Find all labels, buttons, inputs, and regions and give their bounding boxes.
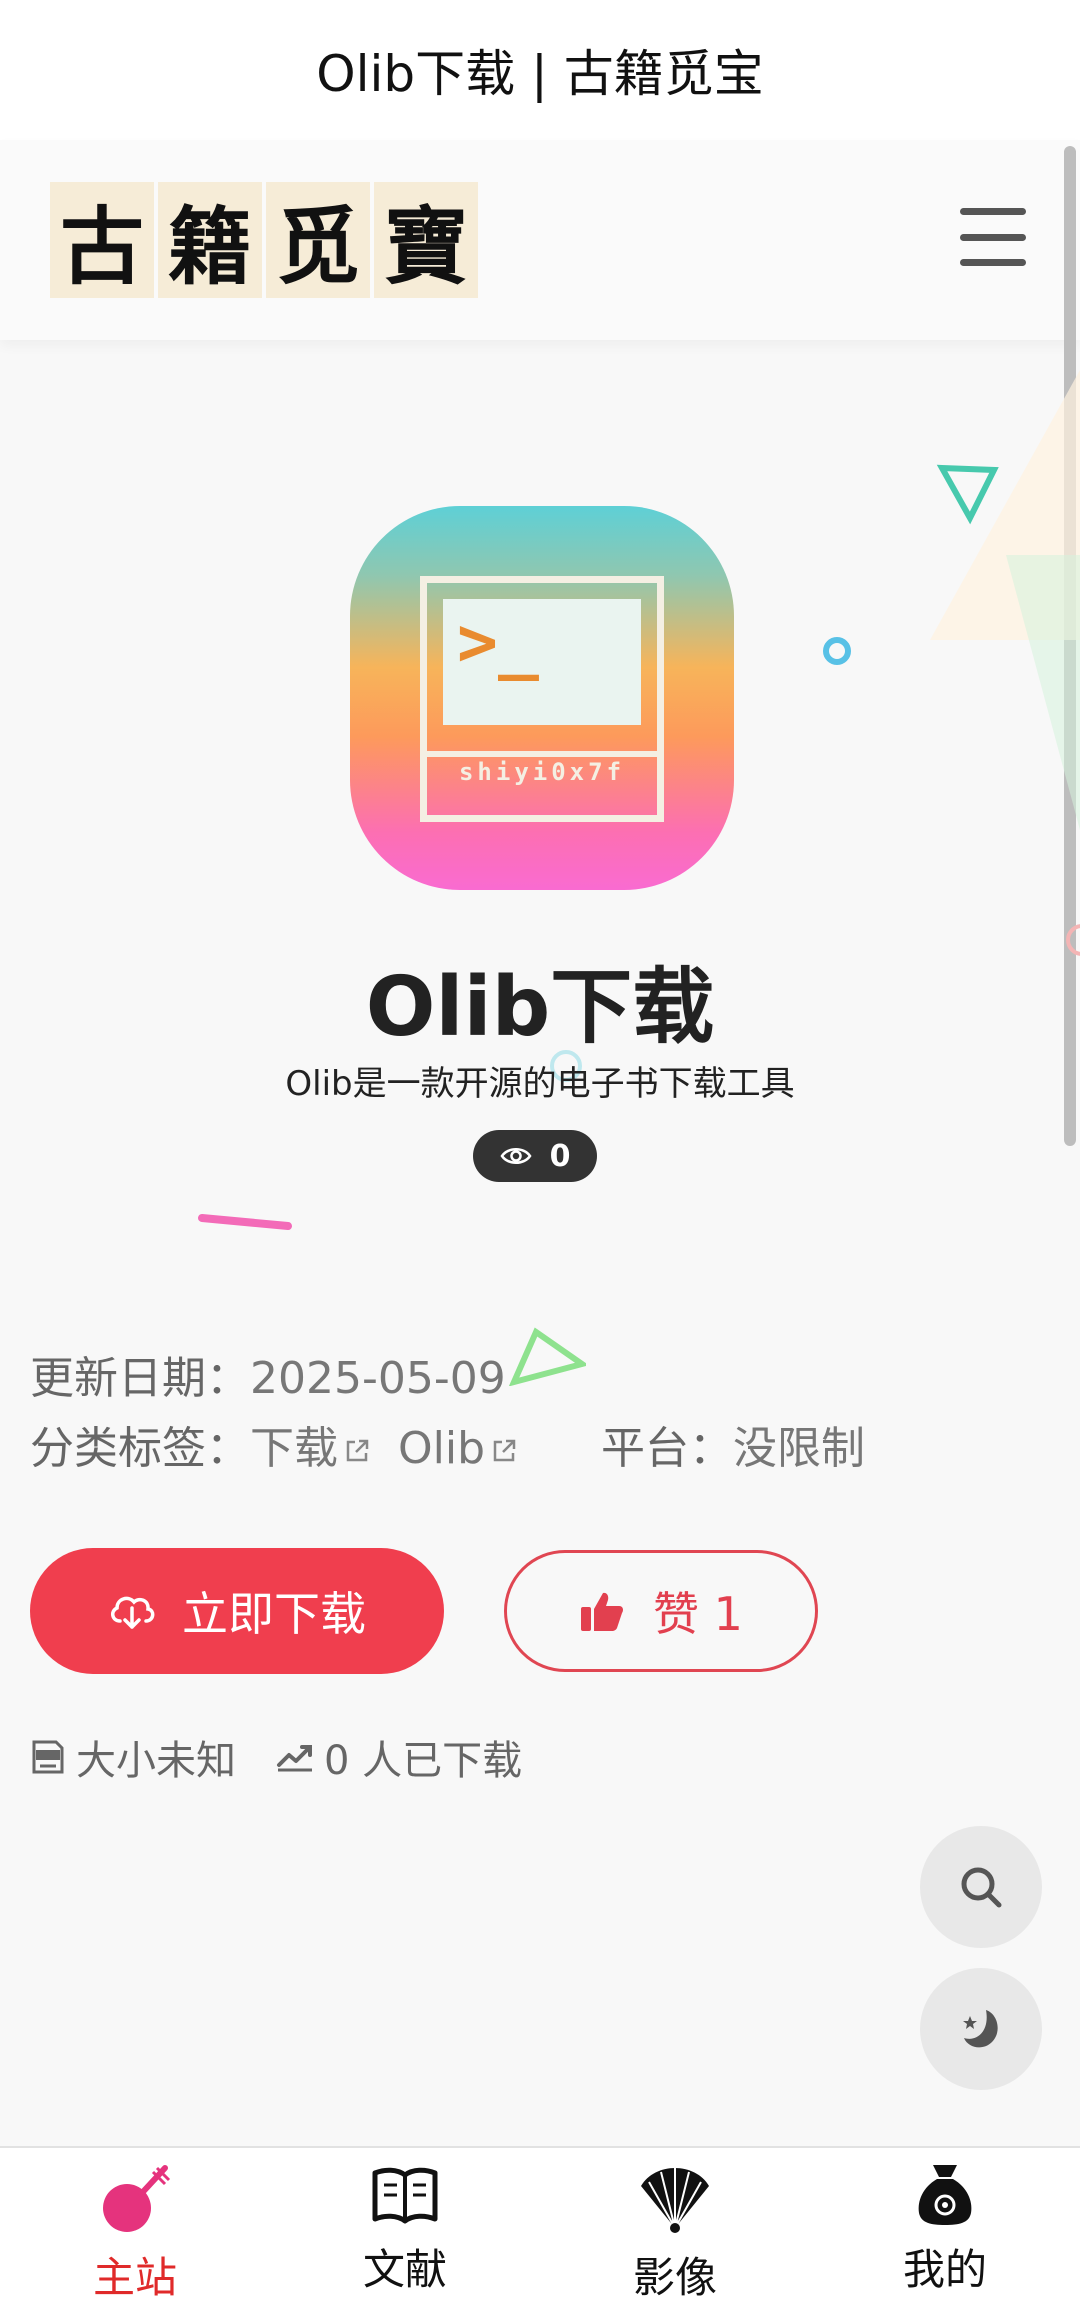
- download-count-text: 0 人已下载: [324, 1738, 523, 1784]
- tab-label: 我的: [902, 2245, 987, 2294]
- app-title: Olib下载: [365, 960, 715, 1055]
- moon-stars-icon: [963, 2010, 998, 2048]
- cloud-download-icon: [111, 1596, 155, 1629]
- fan-icon: [641, 2168, 709, 2233]
- window-title-bar: Olib下载 | 古籍觅宝: [0, 0, 1080, 140]
- tab-literature[interactable]: 文献: [270, 2148, 540, 2297]
- file-size: 大小未知: [30, 1728, 236, 1786]
- tab-label: 主站: [92, 2253, 177, 2297]
- search-icon: [961, 1867, 1002, 1908]
- thumbs-up-icon: [581, 1592, 624, 1631]
- tab-label: 影像: [632, 2253, 717, 2297]
- decor-dash-pink: [198, 1214, 292, 1230]
- tags-row: 分类标签：下载 Olib 平台：没限制: [30, 1412, 865, 1476]
- trend-chart-icon: [277, 1745, 312, 1772]
- site-header: 古 籍 觅 寶: [0, 140, 1080, 340]
- app-description: Olib是一款开源的电子书下载工具: [285, 1064, 795, 1104]
- bottom-tab-bar: 主站 文献 影像 我的: [0, 2146, 1080, 2297]
- logo-char: 籍: [158, 182, 262, 298]
- app-icon: >_ shiyi0x7f: [350, 506, 734, 890]
- money-bag-icon: [918, 2165, 972, 2225]
- icon-label: shiyi0x7f: [427, 751, 657, 787]
- terminal-screen-icon: >_ shiyi0x7f: [420, 576, 664, 822]
- platform-label: 平台：: [601, 1423, 734, 1474]
- tab-main[interactable]: 主站: [0, 2148, 270, 2297]
- tags-label: 分类标签：: [30, 1423, 250, 1474]
- decor-large-shape: [930, 370, 1080, 830]
- tab-label: 文献: [362, 2245, 447, 2294]
- update-date-value: 2025-05-09: [250, 1353, 506, 1404]
- decor-triangle-teal: [936, 464, 999, 525]
- file-size-text: 大小未知: [76, 1738, 236, 1784]
- tab-images[interactable]: 影像: [540, 2148, 810, 2297]
- decor-triangle-green: [508, 1327, 586, 1386]
- logo-char: 寶: [374, 182, 478, 298]
- tag-link-download[interactable]: 下载: [250, 1423, 372, 1474]
- zip-file-icon: [32, 1740, 64, 1774]
- prompt-glyph: >_: [457, 603, 539, 682]
- hamburger-menu-icon[interactable]: [958, 204, 1028, 270]
- tab-mine[interactable]: 我的: [810, 2148, 1080, 2297]
- view-count-badge: 0: [473, 1130, 597, 1182]
- download-count: 0 人已下载: [276, 1728, 522, 1786]
- download-label: 立即下载: [182, 1587, 366, 1641]
- download-stats: 大小未知 0 人已下载: [30, 1728, 522, 1786]
- eye-icon: [500, 1148, 532, 1164]
- logo-char: 觅: [266, 182, 370, 298]
- view-count: 0: [549, 1138, 571, 1174]
- like-button[interactable]: 赞 1: [504, 1550, 818, 1672]
- download-button[interactable]: 立即下载: [30, 1548, 444, 1674]
- external-link-icon: [346, 1439, 369, 1462]
- external-link-icon: [493, 1439, 516, 1462]
- update-date-row: 更新日期：2025-05-09: [30, 1342, 506, 1406]
- search-button[interactable]: [920, 1826, 1042, 1948]
- platform-value: 没限制: [733, 1423, 866, 1474]
- dark-mode-toggle[interactable]: [920, 1968, 1042, 2090]
- pipa-icon: [103, 2165, 171, 2232]
- site-logo[interactable]: 古 籍 觅 寶: [50, 182, 478, 298]
- tag-link-olib[interactable]: Olib: [398, 1423, 519, 1474]
- like-label: 赞 1: [653, 1587, 743, 1641]
- update-date-label: 更新日期：: [30, 1353, 250, 1404]
- book-icon: [372, 2167, 438, 2224]
- decor-ring-blue: [823, 637, 851, 665]
- window-title: Olib下载 | 古籍觅宝: [316, 45, 764, 103]
- logo-char: 古: [50, 182, 154, 298]
